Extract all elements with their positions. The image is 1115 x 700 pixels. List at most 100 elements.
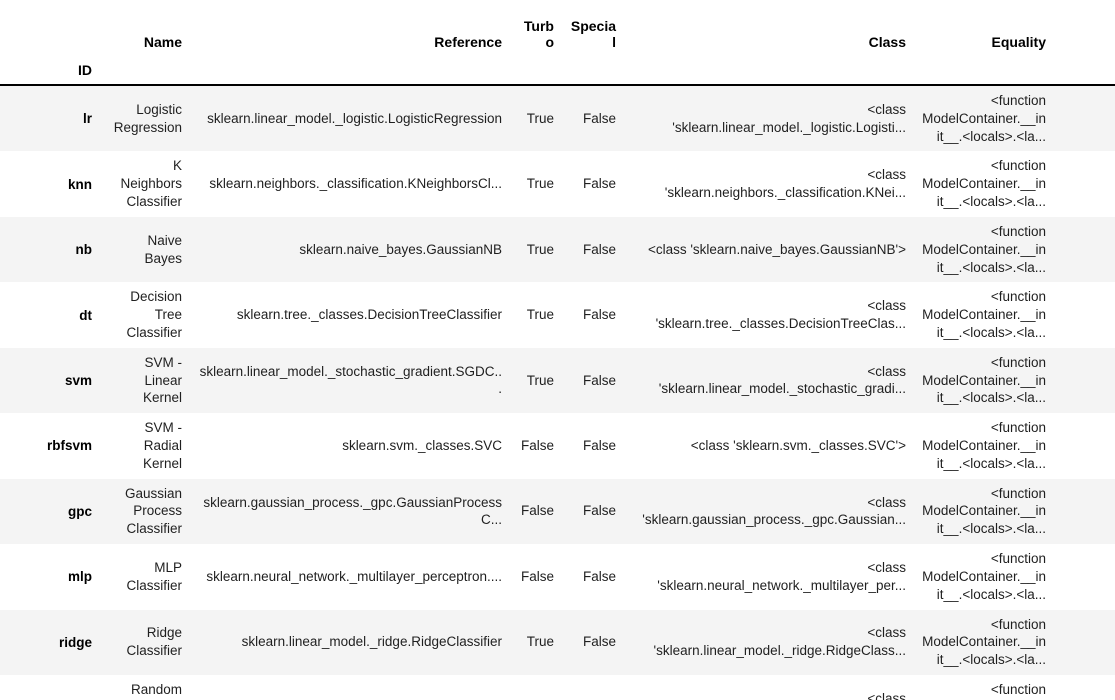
cell-special: False xyxy=(562,544,624,610)
cell-equality: <function ModelContainer.__init__.<local… xyxy=(914,544,1054,610)
row-id-cell: dt xyxy=(0,282,100,348)
row-id-cell: rf xyxy=(0,674,100,700)
cell-reference: sklearn.svm._classes.SVC xyxy=(190,413,510,479)
cell-reference: sklearn.neural_network._multilayer_perce… xyxy=(190,544,510,610)
index-name-row: ID xyxy=(0,54,1115,86)
cell-reference: sklearn.linear_model._ridge.RidgeClassif… xyxy=(190,609,510,675)
cell-equality: <function ModelContainer.__init__.<local… xyxy=(914,674,1054,700)
cell-reference: sklearn.gaussian_process._gpc.GaussianPr… xyxy=(190,478,510,545)
cell-args xyxy=(1054,216,1115,283)
index-row-spacer-6 xyxy=(914,54,1054,86)
cell-args: {'rand 'max xyxy=(1054,544,1115,610)
cell-class: <class 'sklearn.linear_model._logistic.L… xyxy=(624,85,914,152)
cell-name: SVM - Linear Kernel xyxy=(100,347,190,414)
table-row: knn K Neighbors Classifier sklearn.neighbo… xyxy=(0,151,1115,217)
cell-special: False xyxy=(562,216,624,283)
cell-args: {'rand xyxy=(1054,609,1115,675)
cell-name: K Neighbors Classifier xyxy=(100,151,190,217)
cell-class: <class 'sklearn.ensemble._forest.RandomF… xyxy=(624,674,914,700)
table-row: svm SVM - Linear Kernel sklearn.linear_mod… xyxy=(0,347,1115,414)
cell-name: Random Forest Classifier xyxy=(100,674,190,700)
cell-name: SVM - Radial Kernel xyxy=(100,413,190,479)
table-row: gpc Gaussian Process Classifier sklearn.ga… xyxy=(0,478,1115,545)
cell-special: False xyxy=(562,282,624,348)
cell-args: { 'lo 'pe xyxy=(1054,347,1115,414)
index-row-spacer-7 xyxy=(1054,54,1115,86)
column-header-special[interactable]: Special xyxy=(562,0,624,54)
cell-special: False xyxy=(562,674,624,700)
cell-args: 'rand xyxy=(1054,85,1115,152)
cell-equality: <function ModelContainer.__init__.<local… xyxy=(914,282,1054,348)
column-header-name[interactable]: Name xyxy=(100,0,190,54)
index-name-cell: ID xyxy=(0,54,100,86)
cell-turbo: True xyxy=(510,282,562,348)
corner-cell xyxy=(0,0,100,54)
cell-equality: <function ModelContainer.__init__.<local… xyxy=(914,216,1054,283)
row-id-cell: svm xyxy=(0,347,100,414)
row-id-cell: ridge xyxy=(0,609,100,675)
column-header-args[interactable]: Args xyxy=(1054,0,1115,54)
cell-reference: sklearn.neighbors._classification.KNeigh… xyxy=(190,151,510,217)
index-row-spacer-2 xyxy=(190,54,510,86)
cell-special: False xyxy=(562,478,624,545)
table-row: ridge Ridge Classifier sklearn.linear_mode… xyxy=(0,609,1115,675)
models-dataframe: Name Reference Turbo Special Class Equal… xyxy=(0,0,1115,700)
cell-name: Naive Bayes xyxy=(100,216,190,283)
cell-special: False xyxy=(562,609,624,675)
cell-args: {'rand xyxy=(1054,282,1115,348)
column-header-turbo[interactable]: Turbo xyxy=(510,0,562,54)
table-row: nb Naive Bayes sklearn.naive_bayes.Gaussia… xyxy=(0,216,1115,283)
column-header-class[interactable]: Class xyxy=(624,0,914,54)
cell-reference: sklearn.linear_model._stochastic_gradien… xyxy=(190,347,510,414)
row-id-cell: rbfsvm xyxy=(0,413,100,479)
index-row-spacer-5 xyxy=(624,54,914,86)
table-body: lr Logistic Regression sklearn.linear_mode… xyxy=(0,85,1115,700)
cell-name: Ridge Classifier xyxy=(100,609,190,675)
dataframe-viewport: Name Reference Turbo Special Class Equal… xyxy=(0,0,1115,700)
cell-turbo: False xyxy=(510,413,562,479)
cell-special: False xyxy=(562,413,624,479)
row-id-cell: gpc xyxy=(0,478,100,545)
index-row-spacer-4 xyxy=(562,54,624,86)
table-row: dt Decision Tree Classifier sklearn.tree._… xyxy=(0,282,1115,348)
cell-name: Decision Tree Classifier xyxy=(100,282,190,348)
cell-turbo: False xyxy=(510,544,562,610)
cell-class: <class 'sklearn.neural_network._multilay… xyxy=(624,544,914,610)
cell-turbo: True xyxy=(510,609,562,675)
cell-name: MLP Classifier xyxy=(100,544,190,610)
row-id-cell: nb xyxy=(0,216,100,283)
row-id-cell: lr xyxy=(0,85,100,152)
cell-class: <class 'sklearn.neighbors._classificatio… xyxy=(624,151,914,217)
cell-turbo: True xyxy=(510,151,562,217)
cell-class: <class 'sklearn.linear_model._stochastic… xyxy=(624,347,914,414)
cell-equality: <function ModelContainer.__init__.<local… xyxy=(914,85,1054,152)
cell-name: Gaussian Process Classifier xyxy=(100,478,190,545)
table-row: rbfsvm SVM - Radial Kernel sklearn.svm._cl… xyxy=(0,413,1115,479)
cell-equality: <function ModelContainer.__init__.<local… xyxy=(914,347,1054,414)
table-header: Name Reference Turbo Special Class Equal… xyxy=(0,0,1115,86)
index-row-spacer-1 xyxy=(100,54,190,86)
cell-reference: sklearn.tree._classes.DecisionTreeClassi… xyxy=(190,282,510,348)
cell-equality: <function ModelContainer.__init__.<local… xyxy=(914,151,1054,217)
cell-class: <class 'sklearn.naive_bayes.GaussianNB'> xyxy=(624,216,914,283)
cell-special: False xyxy=(562,85,624,152)
cell-equality: <function ModelContainer.__init__.<local… xyxy=(914,413,1054,479)
cell-args: 'au ' xyxy=(1054,413,1115,479)
column-header-reference[interactable]: Reference xyxy=(190,0,510,54)
cell-class: <class 'sklearn.svm._classes.SVC'> xyxy=(624,413,914,479)
table-row: lr Logistic Regression sklearn.linear_mode… xyxy=(0,85,1115,152)
cell-args: {' xyxy=(1054,151,1115,217)
cell-reference: sklearn.ensemble._forest.RandomForestCla… xyxy=(190,674,510,700)
cell-special: False xyxy=(562,151,624,217)
cell-class: <class 'sklearn.tree._classes.DecisionTr… xyxy=(624,282,914,348)
column-header-equality[interactable]: Equality xyxy=(914,0,1054,54)
cell-reference: sklearn.naive_bayes.GaussianNB xyxy=(190,216,510,283)
cell-args: {'cop 'rand xyxy=(1054,478,1115,545)
table-row: rfRandom Forest Classifiersklearn.ensemb… xyxy=(0,674,1115,700)
index-row-spacer-3 xyxy=(510,54,562,86)
cell-args: {'rand 334 xyxy=(1054,674,1115,700)
cell-turbo: True xyxy=(510,674,562,700)
table-row: mlp MLP Classifier sklearn.neural_network.… xyxy=(0,544,1115,610)
cell-equality: <function ModelContainer.__init__.<local… xyxy=(914,609,1054,675)
row-id-cell: knn xyxy=(0,151,100,217)
